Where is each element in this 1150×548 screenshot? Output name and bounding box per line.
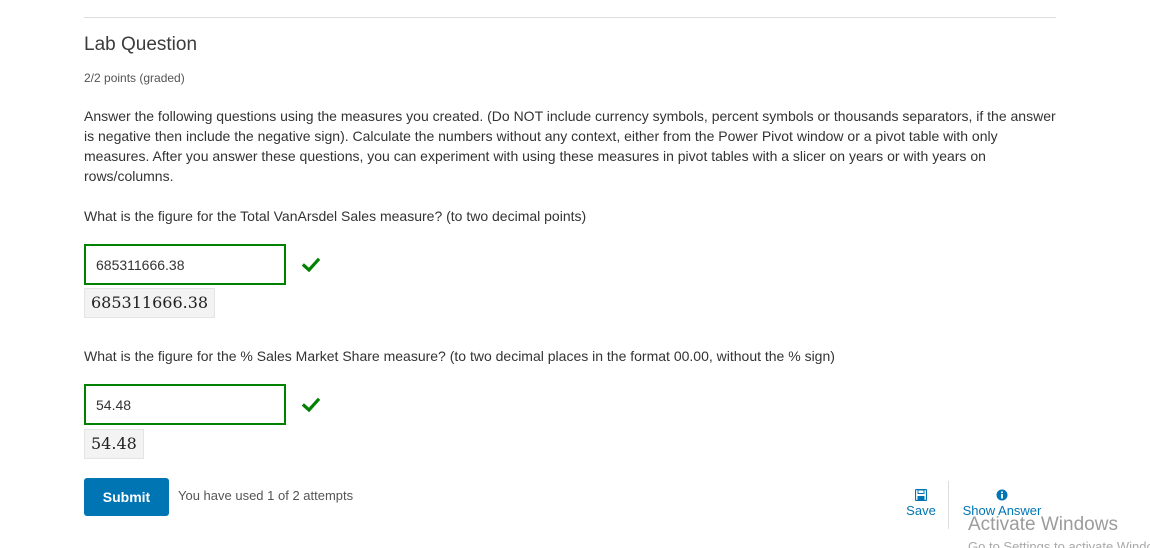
question-1-text: What is the figure for the Total VanArsd…: [84, 208, 587, 224]
floppy-disk-icon: [915, 489, 927, 501]
activate-windows-title: Activate Windows: [968, 514, 1118, 535]
question-1-answer-input[interactable]: [84, 244, 286, 285]
problem-title: Lab Question: [84, 34, 198, 55]
attempts-text: You have used 1 of 2 attempts: [178, 488, 354, 503]
action-divider: [948, 481, 949, 529]
divider: [84, 17, 1056, 18]
question-1-preview: 685311666.38: [84, 288, 216, 318]
points-status: 2/2 points (graded): [84, 71, 185, 85]
save-label: Save: [906, 503, 936, 518]
info-circle-icon: [996, 489, 1008, 501]
question-2-text: What is the figure for the % Sales Marke…: [84, 348, 835, 364]
save-button[interactable]: Save: [903, 489, 939, 518]
activate-windows-subtitle: Go to Settings to activate Windows.: [968, 539, 1150, 548]
submit-button[interactable]: Submit: [84, 478, 169, 516]
question-2-preview: 54.48: [84, 429, 144, 459]
question-2-answer-input[interactable]: [84, 384, 286, 425]
checkmark-icon: [302, 257, 320, 273]
problem-page: Lab Question 2/2 points (graded) Answer …: [0, 0, 1150, 548]
problem-prompt: Answer the following questions using the…: [84, 108, 1056, 184]
checkmark-icon: [302, 397, 320, 413]
